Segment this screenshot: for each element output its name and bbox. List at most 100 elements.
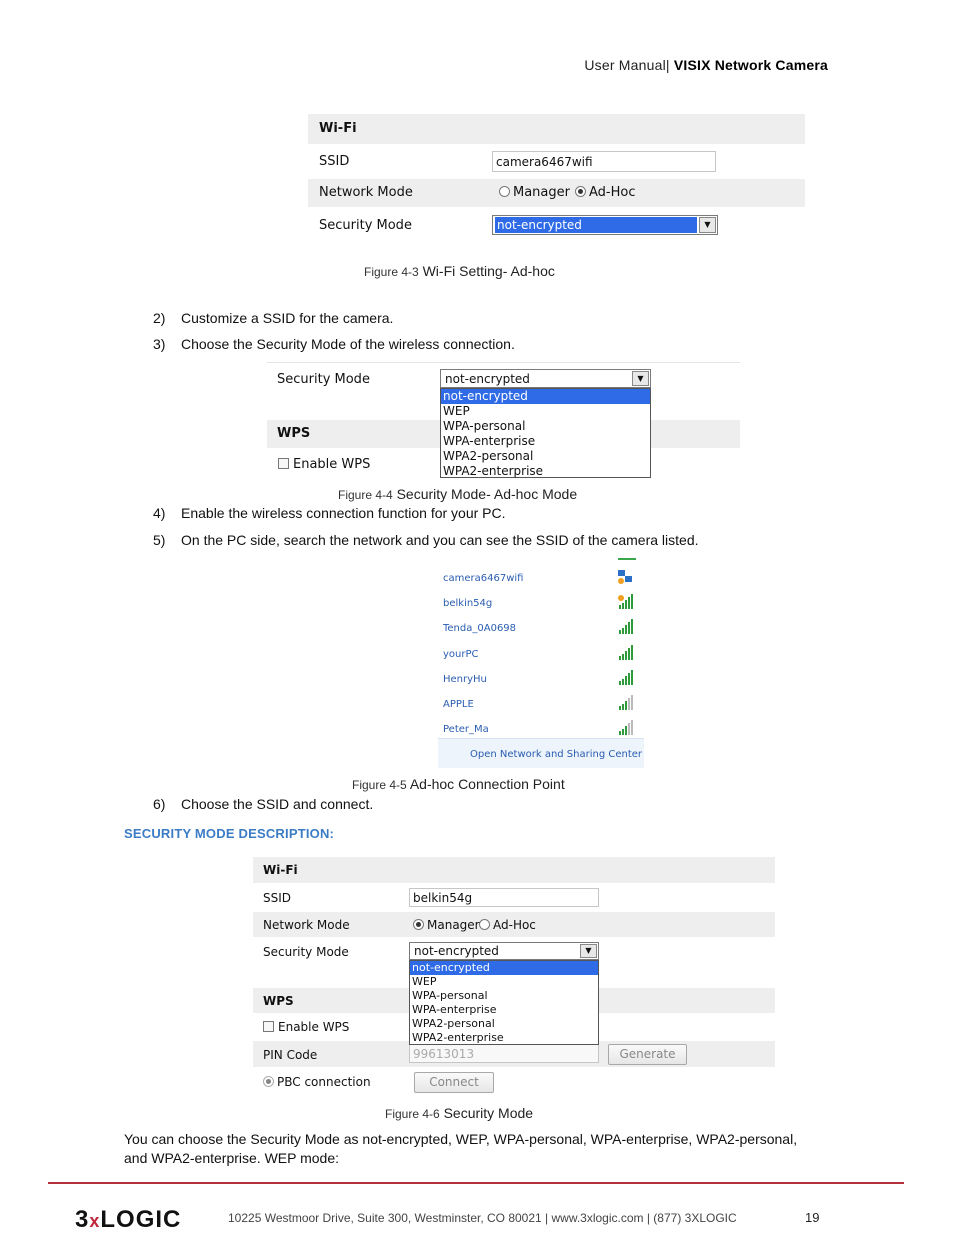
network-name: HenryHu [443,674,487,685]
enable-wps-checkbox-group[interactable]: Enable WPS [263,1020,349,1034]
network-name: camera6467wifi [443,573,524,584]
security-mode-value: not-encrypted [445,372,530,386]
wifi-title: Wi-Fi [319,121,357,136]
figure-4-4-caption: Figure 4-4 Security Mode- Ad-hoc Mode [338,486,577,502]
network-item[interactable]: HenryHu [438,667,644,692]
security-mode-select[interactable]: not-encrypted ▼ [492,215,718,235]
enable-wps-label: Enable WPS [293,457,371,472]
connect-button[interactable]: Connect [414,1072,494,1093]
adhoc-label: Ad-Hoc [493,918,536,932]
wps-title: WPS [277,426,311,441]
caption-number: Figure 4-5 [352,778,407,792]
ssid-input[interactable]: belkin54g [409,888,599,907]
enable-wps-checkbox-group[interactable]: Enable WPS [278,457,370,472]
company-logo: 3xLOGIC [75,1206,181,1234]
network-name: APPLE [443,699,474,710]
header-product: VISIX Network Camera [673,57,828,73]
step-text: Choose the Security Mode of the wireless… [181,336,515,352]
option-not-encrypted[interactable]: not-encrypted [410,961,598,975]
manager-label: Manager [427,918,480,932]
signal-strength-icon [618,594,633,609]
section-heading: SECURITY MODE DESCRIPTION: [124,826,335,841]
network-item[interactable]: belkin54g [438,591,644,616]
option-wpa-personal[interactable]: WPA-personal [410,989,598,1003]
option-wpa2-enterprise[interactable]: WPA2-enterprise [410,1031,598,1045]
enable-wps-checkbox[interactable] [263,1021,274,1032]
open-network-sharing-center-link[interactable]: Open Network and Sharing Center [470,749,642,760]
chevron-down-icon[interactable]: ▼ [580,944,597,958]
adhoc-radio-group[interactable]: Ad-Hoc [575,185,635,200]
wireless-network-list: camera6467wifi belkin54g Tenda_0A0698 yo… [438,558,644,768]
pbc-radio[interactable] [263,1076,274,1087]
pbc-label: PBC connection [277,1075,371,1089]
option-wpa2-enterprise[interactable]: WPA2-enterprise [441,464,650,479]
signal-strength-icon [619,670,633,685]
option-not-encrypted[interactable]: not-encrypted [441,389,650,404]
page-header: User Manual| VISIX Network Camera [584,57,828,73]
security-mode-label: Security Mode [263,945,349,959]
security-mode-label: Security Mode [319,218,412,233]
option-wpa-enterprise[interactable]: WPA-enterprise [441,434,650,449]
security-mode-dropdown-panel: Security Mode WPS Enable WPS not-encrypt… [267,362,740,478]
network-item[interactable]: Tenda_0A0698 [438,616,644,641]
security-mode-select[interactable]: not-encrypted ▼ [440,369,651,388]
figure-4-5-caption: Figure 4-5 Ad-hoc Connection Point [352,776,565,792]
signal-strength-icon [619,645,633,660]
adhoc-label: Ad-Hoc [589,185,636,200]
network-item[interactable]: yourPC [438,642,644,667]
step-number: 2) [153,310,166,326]
step-6: 6) Choose the SSID and connect. [153,796,373,812]
network-item[interactable]: camera6467wifi [438,566,644,591]
adhoc-radio[interactable] [575,186,586,197]
step-2: 2) Customize a SSID for the camera. [153,310,393,326]
ssid-input[interactable]: camera6467wifi [492,151,716,172]
manager-radio-group[interactable]: Manager [413,918,480,932]
option-wpa-personal[interactable]: WPA-personal [441,419,650,434]
ssid-label: SSID [263,891,292,905]
header-prefix: User Manual| [584,57,670,73]
network-item[interactable]: APPLE [438,692,644,717]
option-wpa2-personal[interactable]: WPA2-personal [410,1017,598,1031]
wifi-settings-panel-adhoc: Wi-Fi SSID camera6467wifi Network Mode M… [308,114,805,240]
manager-radio[interactable] [499,186,510,197]
logo-part-b: LOGIC [100,1206,182,1233]
security-mode-row: Security Mode not-encrypted ▼ [308,210,805,240]
signal-strength-icon [619,720,633,735]
step-text: Enable the wireless connection function … [181,505,506,521]
pbc-radio-group[interactable]: PBC connection [263,1075,371,1089]
security-mode-value: not-encrypted [495,217,697,233]
option-wep[interactable]: WEP [441,404,650,419]
logo-x: x [89,1211,101,1231]
adhoc-network-icon [618,570,632,584]
network-list-footer: Open Network and Sharing Center [438,738,644,768]
security-mode-paragraph: You can choose the Security Mode as not-… [124,1131,798,1166]
generate-button[interactable]: Generate [608,1044,687,1065]
adhoc-radio-group[interactable]: Ad-Hoc [479,918,536,932]
option-wep[interactable]: WEP [410,975,598,989]
pin-code-input[interactable]: 99613013 [409,1044,599,1063]
ssid-label: SSID [319,154,350,169]
chevron-down-icon[interactable]: ▼ [699,217,716,233]
manager-radio-group[interactable]: Manager [499,185,570,200]
enable-wps-label: Enable WPS [278,1020,350,1034]
manager-radio[interactable] [413,919,424,930]
wifi-title: Wi-Fi [263,863,298,877]
chevron-down-icon[interactable]: ▼ [632,371,649,386]
network-mode-row: Network Mode Manager Ad-Hoc [308,179,805,207]
enable-wps-checkbox[interactable] [278,458,289,469]
adhoc-radio[interactable] [479,919,490,930]
step-number: 3) [153,336,166,352]
option-wpa-enterprise[interactable]: WPA-enterprise [410,1003,598,1017]
figure-4-3-caption: Figure 4-3 Wi-Fi Setting- Ad-hoc [364,263,555,279]
caption-number: Figure 4-3 [364,265,419,279]
step-number: 4) [153,505,166,521]
security-mode-select[interactable]: not-encrypted ▼ [409,942,599,960]
network-name: Peter_Ma [443,724,489,735]
footer-address: 10225 Westmoor Drive, Suite 300, Westmin… [228,1211,737,1225]
caption-text: Security Mode [443,1105,534,1121]
step-text: Customize a SSID for the camera. [181,310,394,326]
security-mode-value: not-encrypted [414,944,499,958]
network-name: Tenda_0A0698 [443,623,517,634]
option-wpa2-personal[interactable]: WPA2-personal [441,449,650,464]
network-mode-row: Network Mode Manager Ad-Hoc [253,912,775,937]
